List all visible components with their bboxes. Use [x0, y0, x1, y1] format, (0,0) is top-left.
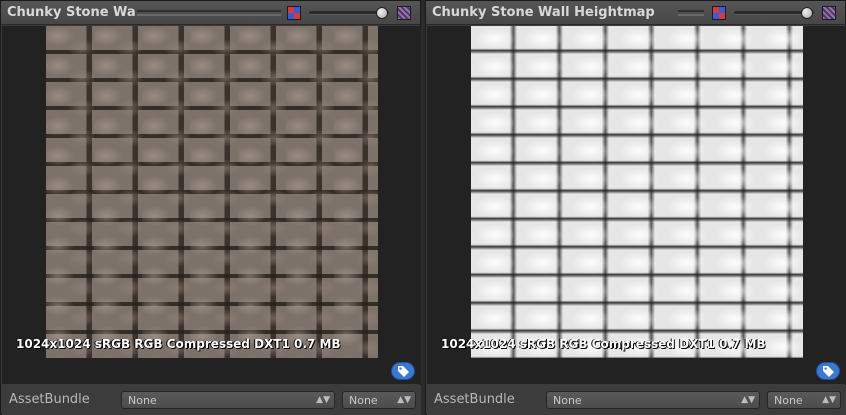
asset-bundle-variant-dropdown[interactable]: None ▲▼: [342, 391, 416, 409]
dropdown-value: None: [553, 394, 582, 407]
texture-info: 1024x1024 sRGB RGB Compressed DXT1 0.7 M…: [16, 337, 341, 351]
panel-title: Chunky Stone Wall: [7, 5, 135, 20]
asset-bundle-label: AssetBundle: [434, 392, 515, 407]
asset-bundle-variant-dropdown[interactable]: None ▲▼: [767, 391, 841, 409]
dropdown-value: None: [349, 394, 378, 407]
panel-header: Chunky Stone Wall Heightmap: [426, 1, 845, 25]
mip-slider-handle[interactable]: [801, 7, 813, 19]
preview-area: 1024x1024 sRGB RGB Compressed DXT1 0.7 M…: [2, 26, 421, 384]
label-tag-button[interactable]: [816, 362, 840, 380]
dropdown-value: None: [774, 394, 803, 407]
rgb-channel-icon[interactable]: [287, 6, 301, 20]
asset-bundle-row: AssetBundle None ▲▼ None ▲▼: [2, 385, 421, 415]
dropdown-arrows-icon: ▲▼: [741, 395, 755, 405]
dropdown-arrows-icon: ▲▼: [397, 395, 411, 405]
dropdown-value: None: [128, 394, 157, 407]
panel-header: Chunky Stone Wall: [1, 1, 420, 25]
preview-area: 1024x1024 sRGB RGB Compressed DXT1 0.7 M…: [427, 26, 846, 384]
asset-bundle-name-dropdown[interactable]: None ▲▼: [546, 391, 760, 409]
texture-preview-panel-color: Chunky Stone Wall 1024x1024 sRGB RGB Com…: [0, 0, 421, 415]
asset-bundle-label: AssetBundle: [9, 392, 90, 407]
alpha-channel-icon[interactable]: [397, 6, 411, 20]
dropdown-arrows-icon: ▲▼: [822, 395, 836, 405]
dropdown-arrows-icon: ▲▼: [316, 395, 330, 405]
alpha-channel-icon[interactable]: [822, 6, 836, 20]
title-divider: [137, 10, 281, 16]
rgb-channel-icon[interactable]: [712, 6, 726, 20]
texture-preview-panel-heightmap: Chunky Stone Wall Heightmap 1024x1024 sR…: [425, 0, 846, 415]
title-divider: [678, 10, 704, 16]
stone-heightmap-texture: [471, 26, 803, 358]
texture-info: 1024x1024 sRGB RGB Compressed DXT1 0.7 M…: [441, 337, 766, 351]
panel-title: Chunky Stone Wall Heightmap: [432, 5, 655, 20]
stone-color-texture: [46, 26, 378, 358]
label-tag-button[interactable]: [391, 362, 415, 380]
tag-icon: [823, 366, 834, 377]
asset-bundle-row: AssetBundle None ▲▼ None ▲▼: [427, 385, 846, 415]
asset-bundle-name-dropdown[interactable]: None ▲▼: [121, 391, 335, 409]
tag-icon: [398, 366, 409, 377]
mip-slider-handle[interactable]: [376, 7, 388, 19]
